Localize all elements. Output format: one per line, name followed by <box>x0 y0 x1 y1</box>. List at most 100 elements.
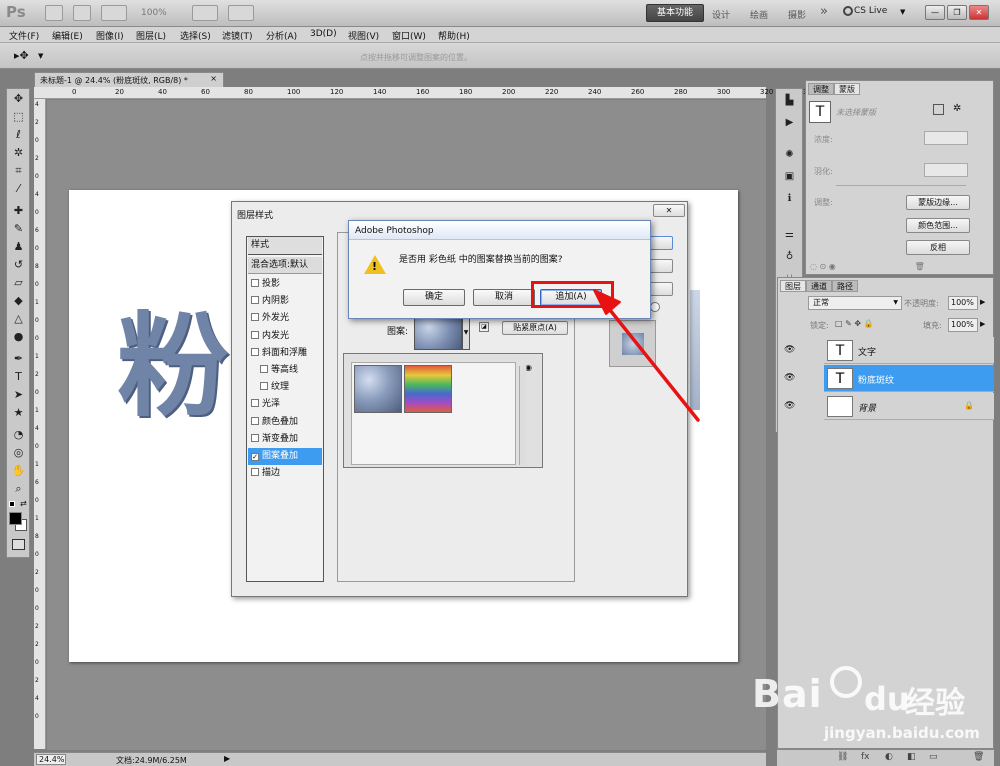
layer-row-background[interactable]: 背景 🔒 <box>824 393 994 420</box>
opacity-dropdown-icon[interactable]: ▶ <box>980 298 985 306</box>
style-list-header[interactable]: 样式 <box>248 237 322 255</box>
tab-channels[interactable]: 通道 <box>806 280 832 292</box>
menu-filter[interactable]: 滤镜(T) <box>222 29 253 42</box>
pattern-picker-menu-icon[interactable]: ◉ <box>525 363 532 372</box>
style-checkbox[interactable] <box>251 433 259 442</box>
tab-paths[interactable]: 路径 <box>832 280 858 292</box>
invert-button[interactable]: 反相 <box>906 240 970 255</box>
style-item-4[interactable]: 斜面和浮雕 <box>248 345 322 362</box>
clone-source-icon[interactable]: ♁ <box>782 251 797 265</box>
feather-field[interactable] <box>924 163 968 177</box>
move-tool-icon[interactable]: ✥ <box>10 91 27 106</box>
view-extras-icon[interactable] <box>101 5 127 21</box>
tab-masks[interactable]: 蒙版 <box>834 83 860 95</box>
new-group-icon[interactable]: ▭ <box>929 752 938 762</box>
quick-mask-icon[interactable] <box>12 539 25 550</box>
info-image-icon[interactable]: ▣ <box>782 171 797 185</box>
pixel-mask-icon[interactable] <box>933 104 944 115</box>
magic-wand-tool-icon[interactable]: ✲ <box>10 145 27 160</box>
menu-image[interactable]: 图像(I) <box>96 29 124 42</box>
layer-mask-icon[interactable]: ◧ <box>907 752 916 762</box>
adjustment-layer-icon[interactable]: ◐ <box>885 752 893 762</box>
blur-tool-icon[interactable]: △ <box>10 311 27 326</box>
link-layers-icon[interactable]: ⛓ <box>837 752 848 762</box>
actions-icon[interactable]: ▶ <box>782 117 797 131</box>
vector-mask-icon[interactable]: ✲ <box>953 103 961 114</box>
style-checkbox[interactable] <box>251 313 259 322</box>
style-checkbox[interactable] <box>251 416 259 425</box>
healing-brush-tool-icon[interactable]: ✚ <box>10 203 27 218</box>
document-close-icon[interactable]: × <box>210 74 217 83</box>
style-checkbox[interactable] <box>251 399 259 408</box>
workspace-painting[interactable]: 绘画 <box>750 8 768 21</box>
style-checkbox[interactable] <box>260 365 268 373</box>
swap-colors-icon[interactable]: ⇄ <box>20 499 27 508</box>
style-item-2[interactable]: 外发光 <box>248 310 322 327</box>
dodge-tool-icon[interactable]: ● <box>10 329 27 344</box>
zoom-level-field[interactable]: 100% <box>141 8 167 18</box>
snap-to-origin-button[interactable]: 贴紧原点(A) <box>502 321 568 335</box>
menu-file[interactable]: 文件(F) <box>9 29 39 42</box>
navigator-icon[interactable]: ✺ <box>782 149 797 163</box>
alert-cancel-button[interactable]: 取消 <box>473 289 535 306</box>
lasso-tool-icon[interactable]: ℓ <box>10 127 27 142</box>
style-checkbox[interactable] <box>251 330 259 339</box>
pattern-picker-scrollbar[interactable] <box>519 366 526 465</box>
minibridge-icon[interactable] <box>73 5 91 21</box>
move-tool-preset-icon[interactable]: ▸✥ <box>14 49 29 62</box>
cslive-button[interactable]: CS Live <box>854 6 887 16</box>
clone-stamp-tool-icon[interactable]: ♟ <box>10 239 27 254</box>
brush-tool-icon[interactable]: ✎ <box>10 221 27 236</box>
fill-field[interactable]: 100% <box>948 318 978 332</box>
marquee-tool-icon[interactable]: ⬚ <box>10 109 27 124</box>
info-icon[interactable]: ℹ <box>782 193 797 207</box>
menu-layer[interactable]: 图层(L) <box>136 29 166 42</box>
cslive-dropdown-icon[interactable]: ▼ <box>900 8 905 16</box>
layer-visibility-eye-icon[interactable]: 👁 <box>784 401 796 413</box>
style-checkbox[interactable] <box>251 279 259 287</box>
shape-tool-icon[interactable]: ★ <box>10 405 27 420</box>
style-item-5[interactable]: 等高线 <box>248 362 322 379</box>
layer-row-pattern[interactable]: T 粉底斑纹 <box>824 365 994 392</box>
brush-presets-icon[interactable]: ⚌ <box>782 229 797 243</box>
bridge-icon[interactable] <box>45 5 63 21</box>
new-preset-icon[interactable]: ◪ <box>479 322 489 332</box>
density-field[interactable] <box>924 131 968 145</box>
eyedropper-tool-icon[interactable]: ⁄ <box>10 181 27 196</box>
style-item-7[interactable]: 光泽 <box>248 396 322 413</box>
status-zoom-field[interactable]: 24.4% <box>36 754 66 765</box>
workspace-design[interactable]: 设计 <box>712 8 730 21</box>
layer-row-text[interactable]: T 文字 <box>824 337 994 364</box>
hand-tool-icon[interactable]: ✋ <box>10 463 27 478</box>
opacity-field[interactable]: 100% <box>948 296 978 310</box>
menu-3d[interactable]: 3D(D) <box>310 29 337 39</box>
menu-window[interactable]: 窗口(W) <box>392 29 426 42</box>
layer-style-close-button[interactable]: ✕ <box>653 204 685 217</box>
lock-icons[interactable]: □ ✎ ✥ 🔒 <box>835 319 874 328</box>
style-checkbox[interactable] <box>251 347 259 356</box>
document-tab[interactable]: 未标题-1 @ 24.4% (粉底斑纹, RGB/8) * × <box>34 72 224 87</box>
tab-adjustments[interactable]: 调整 <box>808 83 834 95</box>
style-item-3[interactable]: 内发光 <box>248 328 322 345</box>
status-menu-icon[interactable]: ▶ <box>224 754 230 763</box>
workspace-essentials-button[interactable]: 基本功能 <box>646 4 704 22</box>
more-workspaces-icon[interactable]: » <box>820 4 828 19</box>
workspace-photography[interactable]: 摄影 <box>788 8 806 21</box>
screen-mode-icon[interactable] <box>228 5 254 21</box>
zoom-tool-icon[interactable]: ⌕ <box>10 481 27 496</box>
histogram-icon[interactable]: ▙ <box>782 95 797 109</box>
alert-ok-button[interactable]: 确定 <box>403 289 465 306</box>
style-item-10[interactable]: ✓ 图案叠加 <box>248 448 322 465</box>
layer-visibility-eye-icon[interactable]: 👁 <box>784 345 796 357</box>
style-item-1[interactable]: 内阴影 <box>248 293 322 310</box>
style-item-0[interactable]: 投影 <box>248 276 322 293</box>
history-brush-tool-icon[interactable]: ↺ <box>10 257 27 272</box>
style-item-blending-options[interactable]: 混合选项:默认 <box>248 257 322 274</box>
style-item-11[interactable]: 描边 <box>248 465 322 482</box>
blend-mode-select[interactable]: 正常 ▼ <box>808 296 902 310</box>
feather-slider[interactable] <box>836 185 966 186</box>
pen-tool-icon[interactable]: ✒ <box>10 351 27 366</box>
crop-tool-icon[interactable]: ⌗ <box>10 163 27 178</box>
style-checkbox[interactable]: ✓ <box>251 453 259 461</box>
menu-select[interactable]: 选择(S) <box>180 29 211 42</box>
